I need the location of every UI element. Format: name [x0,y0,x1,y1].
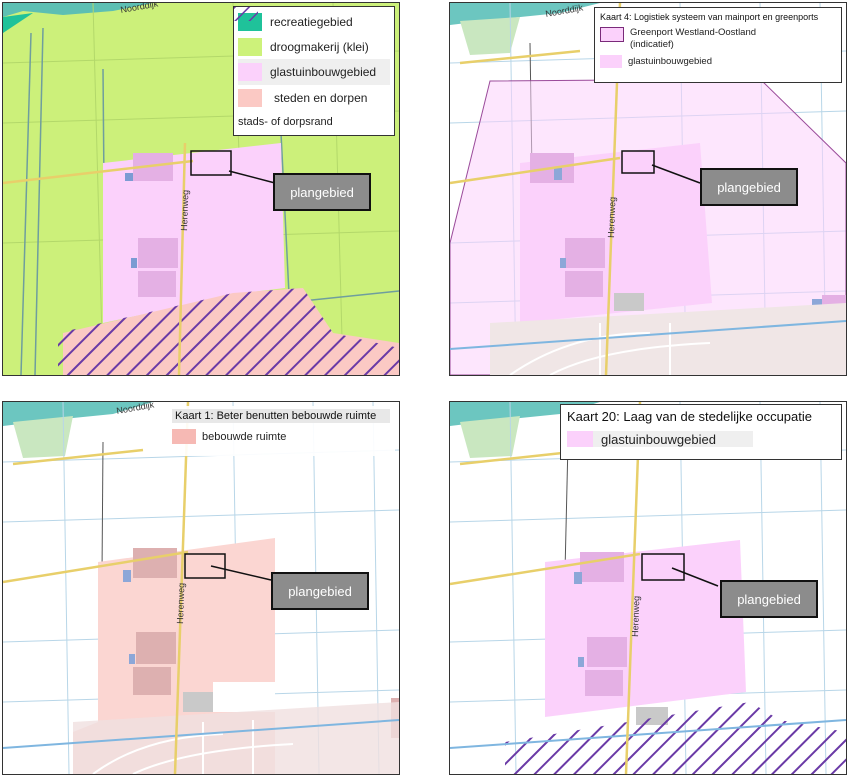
building [183,692,213,712]
steden-en-dorpen-swatch [238,89,262,107]
road-label-herenweg: Herenweg [179,190,190,231]
legend-title: Kaart 20: Laag van de stedelijke occupat… [567,409,813,424]
greenport-swatch [600,27,624,42]
bebouwde-ruimte-swatch [172,429,196,444]
road-label-herenweg: Herenweg [630,596,641,637]
plangebied-callout: plangebied [720,580,818,618]
legend-item: glastuinbouwgebied [600,55,836,68]
map-panel-2[interactable]: Herenweg Noorddijk Kaart 4: Logistiek sy… [449,2,847,376]
legend-title: Kaart 1: Beter benutten bebouwde ruimte [172,409,390,423]
legend-item: Greenport Westland-Oostland (indicatief) [600,27,836,51]
map-panel-4[interactable]: Herenweg Kaart 20: Laag van de stedelijk… [449,401,847,775]
legend-label: recreatiegebied [270,15,353,29]
building [614,293,644,311]
legend-item: glastuinbouwgebied [238,59,390,85]
legend-label: glastuinbouwgebied [628,56,712,67]
glastuinbouwgebied-swatch [600,55,622,68]
glastuinbouwgebied-area [545,540,746,717]
legend-panel-4: Kaart 20: Laag van de stedelijke occupat… [560,404,842,460]
glastuinbouwgebied-swatch [567,431,593,447]
legend-panel-3: Kaart 1: Beter benutten bebouwde ruimte … [167,406,395,456]
white-area [213,682,275,712]
legend-item: bebouwde ruimte [172,429,390,444]
map-panel-3[interactable]: Herenweg Noorddijk Kaart 1: Beter benutt… [2,401,400,775]
legend-item: steden en dorpen [238,85,390,111]
droogmakerij-swatch [238,37,262,56]
plangebied-callout: plangebied [271,572,369,610]
legend-item: recreatiegebied [238,10,390,34]
plangebied-callout: plangebied [273,173,371,211]
road-label-herenweg: Herenweg [175,583,186,624]
legend-label: glastuinbouwgebied [270,65,377,79]
road-label-herenweg: Herenweg [606,197,617,238]
legend-item: stads- of dorpsrand [234,7,390,133]
legend-panel-1: recreatiegebied droogmakerij (klei) glas… [233,6,395,136]
stadsrand-swatch [234,7,258,21]
legend-panel-2: Kaart 4: Logistiek systeem van mainport … [594,7,842,83]
legend-label: glastuinbouwgebied [601,431,716,447]
legend-label: bebouwde ruimte [202,430,287,443]
legend-label: steden en dorpen [274,91,368,105]
glastuinbouwgebied-swatch [238,63,262,81]
legend-label: droogmakerij (klei) [270,39,369,54]
legend-label: stads- of dorpsrand [238,116,333,128]
legend-title: Kaart 4: Logistiek systeem van mainport … [600,12,819,22]
legend-label: Greenport Westland-Oostland (indicatief) [630,27,757,50]
map-panel-1[interactable]: Herenweg Noorddijk recreatiegebied droog… [2,2,400,376]
legend-item: droogmakerij (klei) [238,34,390,59]
plangebied-callout: plangebied [700,168,798,206]
legend-item: glastuinbouwgebied [567,431,753,447]
